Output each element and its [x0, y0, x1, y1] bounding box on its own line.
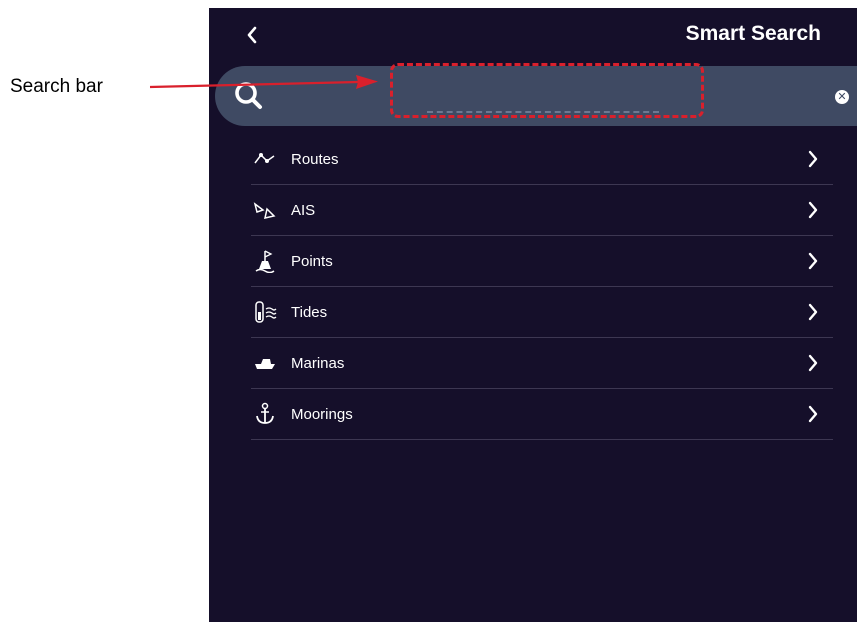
clear-icon[interactable]: ✕ — [835, 90, 849, 104]
list-item-label: Routes — [291, 150, 339, 168]
chevron-right-icon — [808, 201, 818, 219]
list-item-label: AIS — [291, 201, 316, 219]
list-item-label: Tides — [291, 303, 328, 321]
smart-search-panel: Smart Search ✕ Routes AIS Points Tides M… — [209, 8, 857, 622]
chevron-right-icon — [808, 150, 818, 168]
list-item-label: Marinas — [291, 354, 345, 372]
chevron-right-icon — [808, 303, 818, 321]
header: Smart Search — [209, 8, 857, 64]
list-item-moorings[interactable]: Moorings — [251, 389, 833, 440]
chevron-left-icon — [247, 26, 257, 44]
category-list: Routes AIS Points Tides Marinas Moorings — [251, 134, 833, 440]
tide-icon — [253, 300, 277, 324]
list-item-points[interactable]: Points — [251, 236, 833, 287]
chevron-right-icon — [808, 405, 818, 423]
search-icon — [235, 82, 262, 109]
list-item-label: Moorings — [291, 405, 353, 423]
list-item-marinas[interactable]: Marinas — [251, 338, 833, 389]
boat-icon — [253, 351, 277, 375]
list-item-ais[interactable]: AIS — [251, 185, 833, 236]
search-bar-callout-box — [390, 63, 704, 118]
chevron-right-icon — [808, 252, 818, 270]
list-item-label: Points — [291, 252, 333, 270]
route-icon — [253, 147, 277, 171]
back-button[interactable] — [237, 20, 267, 50]
list-item-routes[interactable]: Routes — [251, 134, 833, 185]
buoy-icon — [253, 249, 277, 273]
search-bar-callout-label: Search bar — [10, 76, 103, 97]
anchor-icon — [253, 402, 277, 426]
list-item-tides[interactable]: Tides — [251, 287, 833, 338]
chevron-right-icon — [808, 354, 818, 372]
ais-target-icon — [253, 198, 277, 222]
page-title: Smart Search — [685, 22, 821, 45]
